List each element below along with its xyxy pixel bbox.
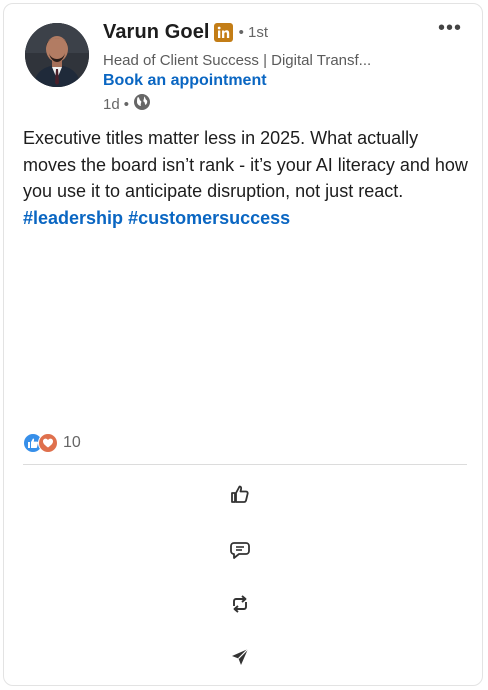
send-icon [229,646,251,673]
avatar[interactable] [25,23,89,87]
divider [23,464,467,465]
author-headline: Head of Client Success | Digital Transf.… [103,52,372,69]
reaction-count: 10 [63,434,81,451]
like-button[interactable] [226,482,254,510]
hashtag-link[interactable]: #leadership [23,208,123,228]
book-appointment-link[interactable]: Book an appointment [103,72,267,90]
author-row: Varun Goel • 1st [103,21,268,44]
comment-button[interactable] [226,538,254,566]
globe-icon [133,93,151,115]
thumbs-up-icon [229,483,251,510]
post-time: 1d [103,95,120,113]
post-body: Executive titles matter less in 2025. Wh… [23,125,473,231]
linkedin-icon [213,23,233,42]
repost-icon [229,593,251,620]
author-name[interactable]: Varun Goel [103,21,210,44]
reactions-summary[interactable]: 10 [23,433,81,453]
post-card: Varun Goel • 1st ••• Head of Client Succ… [3,3,483,686]
post-text: Executive titles matter less in 2025. Wh… [23,128,468,201]
love-reaction-icon [38,433,58,453]
send-button[interactable] [226,645,254,673]
more-options-button[interactable]: ••• [437,17,462,39]
meta-separator: • [123,95,129,113]
avatar-photo [25,23,89,87]
connection-degree: • 1st [238,24,269,41]
hashtag-link[interactable]: #customersuccess [128,208,290,228]
more-icon: ••• [437,17,462,39]
repost-button[interactable] [226,592,254,620]
comment-icon [229,539,251,566]
post-meta: 1d • [103,93,151,115]
